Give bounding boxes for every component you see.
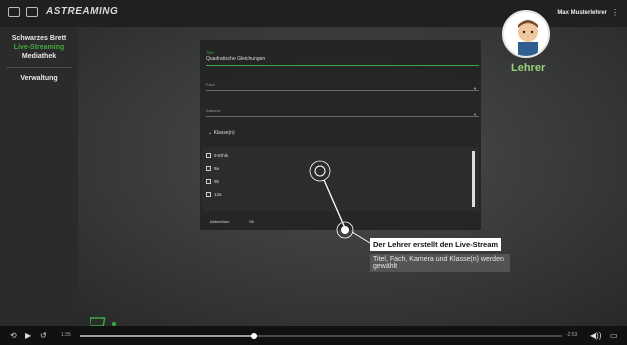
seek-handle[interactable]: [250, 333, 257, 339]
fullscreen-icon[interactable]: ▭: [610, 331, 618, 340]
rewind-icon[interactable]: ↺: [40, 331, 47, 340]
replay-icon[interactable]: ⟲: [10, 331, 17, 340]
caption-title: Der Lehrer erstellt den Live-Stream: [370, 238, 502, 251]
elapsed-time: 1:35: [61, 332, 71, 338]
seek-bar-progress: [80, 335, 254, 337]
play-icon[interactable]: ▶: [25, 331, 31, 340]
presenter-avatar: [502, 10, 550, 58]
tap-ring-icon: [309, 160, 331, 182]
caption-connector: [351, 231, 371, 244]
player-controls: ⟲ ▶ ↺ 1:35 -2:53 ◀)) ▭: [0, 326, 627, 345]
presenter-label: Lehrer: [511, 62, 546, 74]
video-frame: ASTREAMING Max Musterlehrer ⋮ Schwarzes …: [0, 0, 627, 345]
volume-icon[interactable]: ◀)): [590, 331, 601, 340]
remaining-time: -2:53: [566, 332, 578, 338]
seek-bar[interactable]: [80, 333, 562, 339]
caption-body: Titel, Fach, Kamera und Klasse(n) werden…: [370, 254, 510, 272]
explanation-caption: Der Lehrer erstellt den Live-Stream Tite…: [370, 234, 510, 272]
tap-ring-icon: [314, 165, 326, 177]
pointer-dot: [341, 226, 349, 234]
pointer-line: [323, 179, 346, 229]
